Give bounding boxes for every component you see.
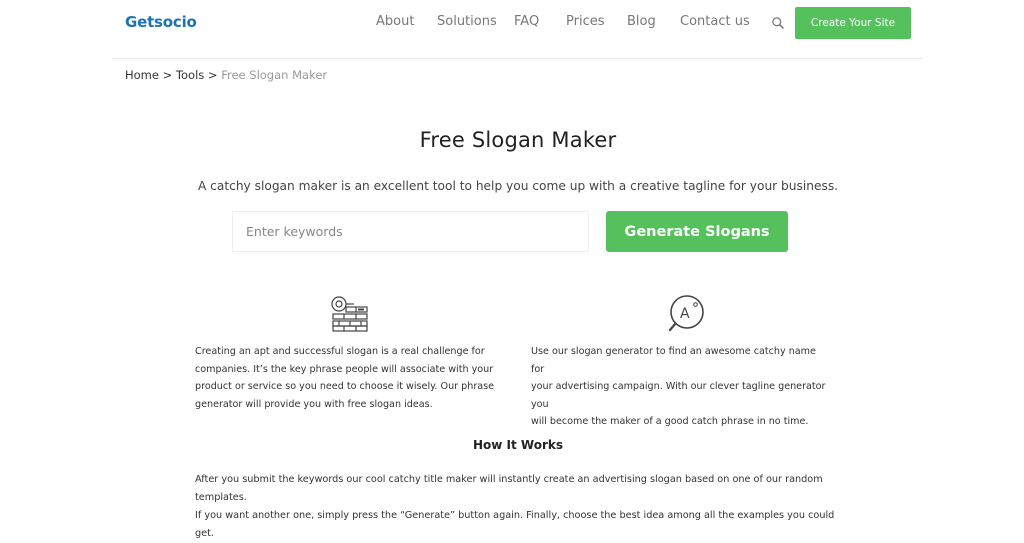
breadcrumb-separator: > [162, 68, 173, 82]
breadcrumb: Home > Tools > Free Slogan Maker [125, 68, 327, 82]
nav-blog[interactable]: Blog [627, 14, 656, 29]
feature-2-text: Use our slogan generator to find an awes… [531, 343, 831, 431]
feature-2-line: will become the maker of a good catch ph… [531, 416, 809, 427]
how-it-works-text: After you submit the keywords our cool c… [195, 471, 845, 543]
keywords-input[interactable] [232, 211, 589, 252]
nav-solutions[interactable]: Solutions [437, 14, 497, 29]
feature-1-line: product or service so you need to choose… [195, 381, 495, 392]
nav-contact-us[interactable]: Contact us [680, 14, 750, 29]
feature-1-line: Creating an apt and successful slogan is… [195, 346, 485, 357]
feature-1-text: Creating an apt and successful slogan is… [195, 343, 495, 413]
create-your-site-button[interactable]: Create Your Site [795, 7, 911, 39]
breadcrumb-current: Free Slogan Maker [221, 68, 328, 82]
site-header: Getsocio About Solutions FAQ Prices Blog… [0, 0, 1024, 58]
breadcrumb-tools[interactable]: Tools [176, 68, 204, 82]
magnifier-text-icon: A [668, 295, 704, 332]
nav-prices[interactable]: Prices [566, 14, 605, 29]
feature-1-line: generator will provide you with free slo… [195, 398, 433, 410]
how-it-works-line: If you want another one, simply press th… [195, 510, 835, 539]
nav-about[interactable]: About [376, 14, 414, 29]
feature-1-line: companies. It’s the key phrase people wi… [195, 363, 494, 375]
page-title: Free Slogan Maker [419, 128, 617, 152]
breadcrumb-home[interactable]: Home [125, 68, 159, 82]
nav-faq[interactable]: FAQ [514, 14, 539, 29]
feature-2-line: Use our slogan generator to find an awes… [531, 346, 816, 375]
key-brick-icon [331, 296, 368, 332]
generate-slogans-button[interactable]: Generate Slogans [606, 211, 788, 252]
how-it-works-line: After you submit the keywords our cool c… [195, 474, 823, 503]
header-divider [112, 58, 922, 59]
feature-2-line: your advertising campaign. With our clev… [531, 381, 826, 410]
magnifier-letter: A [680, 306, 690, 322]
breadcrumb-separator: > [207, 68, 218, 82]
search-icon[interactable] [771, 16, 785, 30]
how-it-works-title: How It Works [472, 438, 564, 452]
site-logo[interactable]: Getsocio [125, 13, 197, 31]
page-subtitle: A catchy slogan maker is an excellent to… [197, 179, 839, 193]
